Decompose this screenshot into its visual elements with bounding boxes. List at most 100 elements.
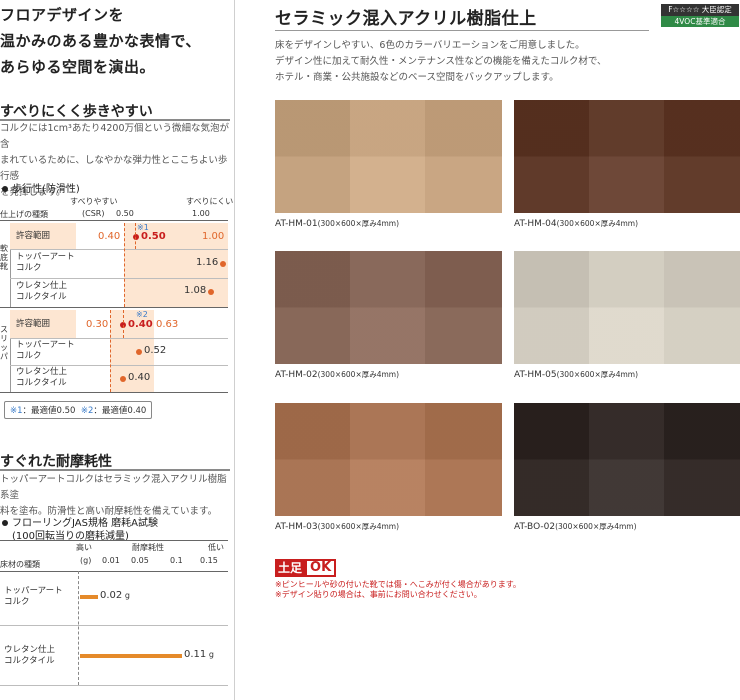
group2-row2-label: ウレタン仕上 コルクタイル [16,367,67,389]
group1-range-low-line [124,223,125,307]
wear-high-label: 高い [76,543,92,552]
bullet-icon [2,520,8,526]
swatch-code: AT-BO-02 [514,522,556,532]
wear-value-num: 0.11 [184,649,207,660]
slip-chart-title-text: 歩行性(防滑性) [12,184,80,195]
product-title-rule [275,30,649,31]
cert-badge-4voc: 4VOC基準適合 [661,16,739,27]
group1-label: 軟底靴 [0,244,8,271]
wear-axis-title: 耐摩耗性 [132,543,164,552]
swatch-size: (300×600×厚み4mm) [317,219,400,228]
wear-row1-value: 0.02 g [100,590,130,601]
headline: フロアデザインを 温かみのある豊かな表情で、 あらゆる空間を演出。 [0,2,230,80]
slip-tick-100: 1.00 [192,209,210,218]
shoes-ok-badge: 土足 OK [275,559,337,577]
wear-row1-label: トッパーアート コルク [4,586,63,608]
swatch-image [514,251,740,364]
group1-range-label: 許容範囲 [16,231,51,241]
group1-optimum-line [135,223,136,249]
wear-bar [80,654,182,658]
product-desc-line: デザイン性に加えて耐久性・メンテナンス性などの機能を備えたコルク材で、 [275,56,607,67]
shoes-ok-kanji: 土足 [275,559,306,577]
swatch-size: (300×600×厚み4mm) [317,370,400,379]
cert-top-text: F☆☆☆☆ 大臣認定 [668,5,732,14]
wear-top-rule [0,540,228,541]
swatch-caption: AT-HM-05(300×600×厚み4mm) [514,369,638,380]
row-divider [0,625,228,626]
note-mark-2: ※2 [80,406,94,416]
wear-row2-value: 0.11 g [184,649,214,660]
wear-section-rule [0,469,230,471]
row-label-line: コルクタイル [16,292,67,302]
table-bottom-rule [0,392,228,393]
group2-label: スリッパ [0,325,8,361]
group1-row2-dot [208,289,214,295]
swatch-size: (300×600×厚み4mm) [556,370,639,379]
swatch-caption: AT-HM-03(300×600×厚み4mm) [275,521,399,532]
group1-row1-value: 1.16 [196,257,219,268]
swatch-caption: AT-HM-01(300×600×厚み4mm) [275,218,399,229]
row-divider [10,365,228,366]
warning-line: ※ピンヒールや砂の付いた靴では傷・へこみが付く場合があります。 [275,580,521,589]
swatch-caption: AT-BO-02(300×600×厚み4mm) [514,521,637,532]
row-label-line: コルクタイル [4,656,55,666]
slip-csr-label: (CSR) [82,209,105,218]
group2-range-label: 許容範囲 [16,319,51,329]
slip-header-rule [0,220,228,221]
wear-tick: 0.05 [131,556,149,565]
swatch-code: AT-HM-02 [275,370,318,380]
column-divider [234,0,235,700]
row-divider [10,249,228,250]
group1-row1-dot [220,261,226,267]
swatch-size: (300×600×厚み4mm) [556,219,639,228]
group1-row2-label: ウレタン仕上 コルクタイル [16,281,67,303]
swatch-caption: AT-HM-02(300×600×厚み4mm) [275,369,399,380]
row-label-line: コルク [16,351,42,361]
wear-bar [80,595,98,599]
row-label-line: コルクタイル [16,378,67,388]
row-divider [10,338,228,339]
slip-section-title: すべりにくく歩きやすい [0,104,153,120]
usage-warnings: ※ピンヒールや砂の付いた靴では傷・へこみが付く場合があります。 ※デザイン貼りの… [275,580,521,600]
swatch-image [275,403,502,516]
row-divider [10,278,228,279]
headline-line-2: 温かみのある豊かな表情で、 [0,32,201,50]
swatch-code: AT-HM-03 [275,522,318,532]
group2-row2-value: 0.40 [128,372,151,383]
wear-value-num: 0.02 [100,590,123,601]
swatch-image [275,100,502,213]
group2-range-high: 0.63 [156,319,179,330]
wear-unit: (g) [80,556,92,565]
wear-section-desc: トッパーアートコルクはセラミック混入アクリル樹脂系塗 料を塗布。防滑性と高い耐摩… [0,472,232,520]
wear-value-unit: g [124,591,130,600]
wear-row2-label: ウレタン仕上 コルクタイル [4,645,55,667]
headline-line-3: あらゆる空間を演出。 [0,58,156,76]
group2-row1-label: トッパーアート コルク [16,340,75,362]
group2-range-low: 0.30 [86,319,109,330]
slip-left-hint: すべりやすい [70,197,118,206]
row-label-line: トッパーアート [16,340,75,350]
group1-range-mid: 0.50 [141,231,166,242]
group1-range-low: 0.40 [98,231,121,242]
wear-axis-line [78,571,79,685]
group1-optimum-dot [133,234,139,240]
wear-value-unit: g [208,650,214,659]
swatch-image [514,403,740,516]
group2-row1-value: 0.52 [144,345,167,356]
wear-header-rule [0,571,228,572]
product-desc: 床をデザインしやすい、6色のカラーバリエーションをご用意しました。 デザイン性に… [275,38,735,86]
row-divider [0,685,228,686]
wear-desc-line: トッパーアートコルクはセラミック混入アクリル樹脂系塗 [0,474,227,501]
swatch-image [275,251,502,364]
row-label-line: ウレタン仕上 [4,645,56,655]
group1-row1-label: トッパーアート コルク [16,252,75,274]
note2-marker: ※2 [136,310,148,319]
product-desc-line: ホテル・商業・公共施設などのベース空間をバックアップします。 [275,72,559,83]
group1-row2-value: 1.08 [184,285,207,296]
cert-badge-f4star: F☆☆☆☆ 大臣認定 [661,4,739,16]
bullet-icon [2,186,8,192]
slip-desc-line: コルクには1cm³あたり4200万個という微細な気泡が含 [0,123,230,150]
wear-low-label: 低い [208,543,224,552]
row-label-line: コルク [16,263,42,273]
group2-optimum-line [123,310,124,338]
